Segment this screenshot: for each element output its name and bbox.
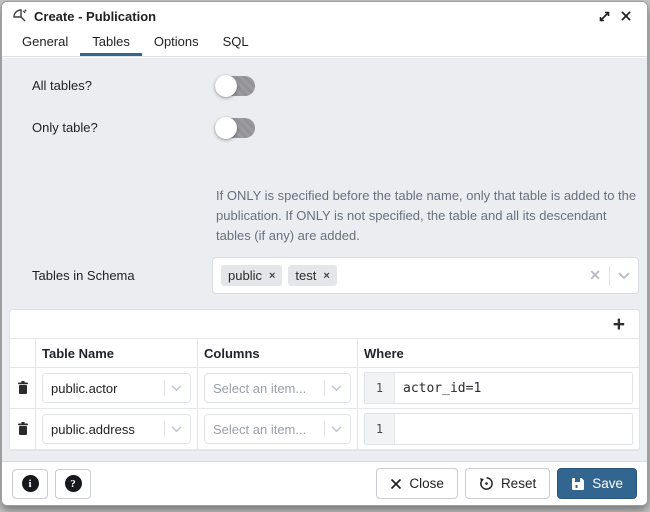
table-name-cell: public.address (36, 409, 198, 449)
schema-tag-list: public × test × (221, 265, 589, 286)
tab-sql[interactable]: SQL (211, 30, 261, 56)
dialog-titlebar: Create - Publication (2, 2, 647, 30)
delete-row-icon[interactable] (17, 422, 29, 436)
clear-all-icon[interactable]: ✕ (589, 267, 601, 284)
all-tables-label: All tables? (32, 78, 92, 93)
only-table-label: Only table? (32, 120, 98, 135)
grid-table: Table Name Columns Where (10, 338, 639, 450)
schema-tag-label: test (295, 268, 316, 283)
info-icon: i (22, 475, 39, 492)
save-button-label: Save (592, 476, 623, 491)
info-button[interactable]: i (12, 469, 48, 499)
table-row: public.actor Select an item... (10, 368, 639, 409)
line-number-gutter: 1 (365, 373, 395, 403)
where-code-editor[interactable]: 1 actor_id=1 (364, 372, 633, 404)
table-name-cell: public.actor (36, 368, 198, 408)
column-header-where: Where (358, 339, 639, 367)
dialog-title: Create - Publication (34, 9, 593, 24)
save-button[interactable]: Save (557, 468, 637, 499)
delete-cell (10, 409, 36, 449)
where-code-editor[interactable]: 1 (364, 413, 633, 445)
reset-icon (479, 476, 494, 491)
divider (609, 266, 610, 286)
only-table-help-text: If ONLY is specified before the table na… (216, 186, 640, 246)
where-expression (395, 414, 632, 444)
tables-in-schema-label: Tables in Schema (32, 268, 135, 283)
chevron-down-icon[interactable] (618, 272, 630, 280)
toggle-knob (215, 117, 237, 139)
table-row: public.address Select an item... (10, 409, 639, 450)
select-controls: ✕ (589, 266, 630, 286)
table-name-value: public.actor (51, 381, 158, 396)
schema-tag-label: public (228, 268, 262, 283)
column-header-table-name: Table Name (36, 339, 198, 367)
remove-tag-icon[interactable]: × (269, 270, 275, 282)
columns-cell: Select an item... (198, 368, 358, 408)
close-button[interactable]: Close (376, 468, 458, 499)
table-name-select[interactable]: public.address (42, 414, 191, 444)
schema-tag: public × (221, 265, 282, 286)
table-name-value: public.address (51, 422, 158, 437)
grid-header-row: Table Name Columns Where (10, 339, 639, 368)
columns-select[interactable]: Select an item... (204, 414, 351, 444)
columns-placeholder: Select an item... (213, 422, 318, 437)
chevron-down-icon (171, 385, 182, 392)
divider (164, 421, 165, 437)
toggle-knob (215, 75, 237, 97)
delete-column-header (10, 339, 36, 367)
where-expression: actor_id=1 (395, 373, 632, 403)
add-row-button[interactable]: + (613, 314, 625, 335)
tables-tab-panel: All tables? Only table? If ONLY is speci… (2, 58, 647, 461)
close-button-label: Close (409, 476, 444, 491)
where-cell: 1 actor_id=1 (358, 368, 639, 408)
dialog-tabs: General Tables Options SQL (2, 30, 647, 57)
tab-options[interactable]: Options (142, 30, 211, 56)
close-x-icon (390, 478, 402, 490)
columns-cell: Select an item... (198, 409, 358, 449)
all-tables-toggle[interactable] (215, 76, 255, 96)
close-icon[interactable] (615, 6, 637, 26)
reset-button-label: Reset (501, 476, 536, 491)
divider (324, 380, 325, 396)
where-cell: 1 (358, 409, 639, 449)
column-header-columns: Columns (198, 339, 358, 367)
tab-general[interactable]: General (10, 30, 80, 56)
remove-tag-icon[interactable]: × (323, 270, 329, 282)
table-name-select[interactable]: public.actor (42, 373, 191, 403)
divider (324, 421, 325, 437)
schema-tag: test × (288, 265, 336, 286)
publication-icon (12, 8, 28, 24)
only-table-toggle[interactable] (215, 118, 255, 138)
delete-cell (10, 368, 36, 408)
create-publication-dialog: Create - Publication General Tables Opti… (1, 1, 648, 506)
save-icon (571, 477, 585, 491)
divider (164, 380, 165, 396)
publication-tables-grid: + Table Name Columns Where (9, 309, 640, 451)
line-number-gutter: 1 (365, 414, 395, 444)
chevron-down-icon (331, 385, 342, 392)
grid-toolbar: + (10, 310, 639, 338)
tab-tables[interactable]: Tables (80, 30, 142, 56)
dialog-footer: i ? Close Reset S (2, 461, 647, 505)
columns-select[interactable]: Select an item... (204, 373, 351, 403)
chevron-down-icon (171, 426, 182, 433)
tables-in-schema-select[interactable]: public × test × ✕ (212, 257, 639, 294)
help-button[interactable]: ? (55, 469, 91, 499)
columns-placeholder: Select an item... (213, 381, 318, 396)
delete-row-icon[interactable] (17, 381, 29, 395)
reset-button[interactable]: Reset (465, 468, 550, 499)
chevron-down-icon (331, 426, 342, 433)
help-icon: ? (65, 475, 82, 492)
maximize-icon[interactable] (593, 6, 615, 26)
